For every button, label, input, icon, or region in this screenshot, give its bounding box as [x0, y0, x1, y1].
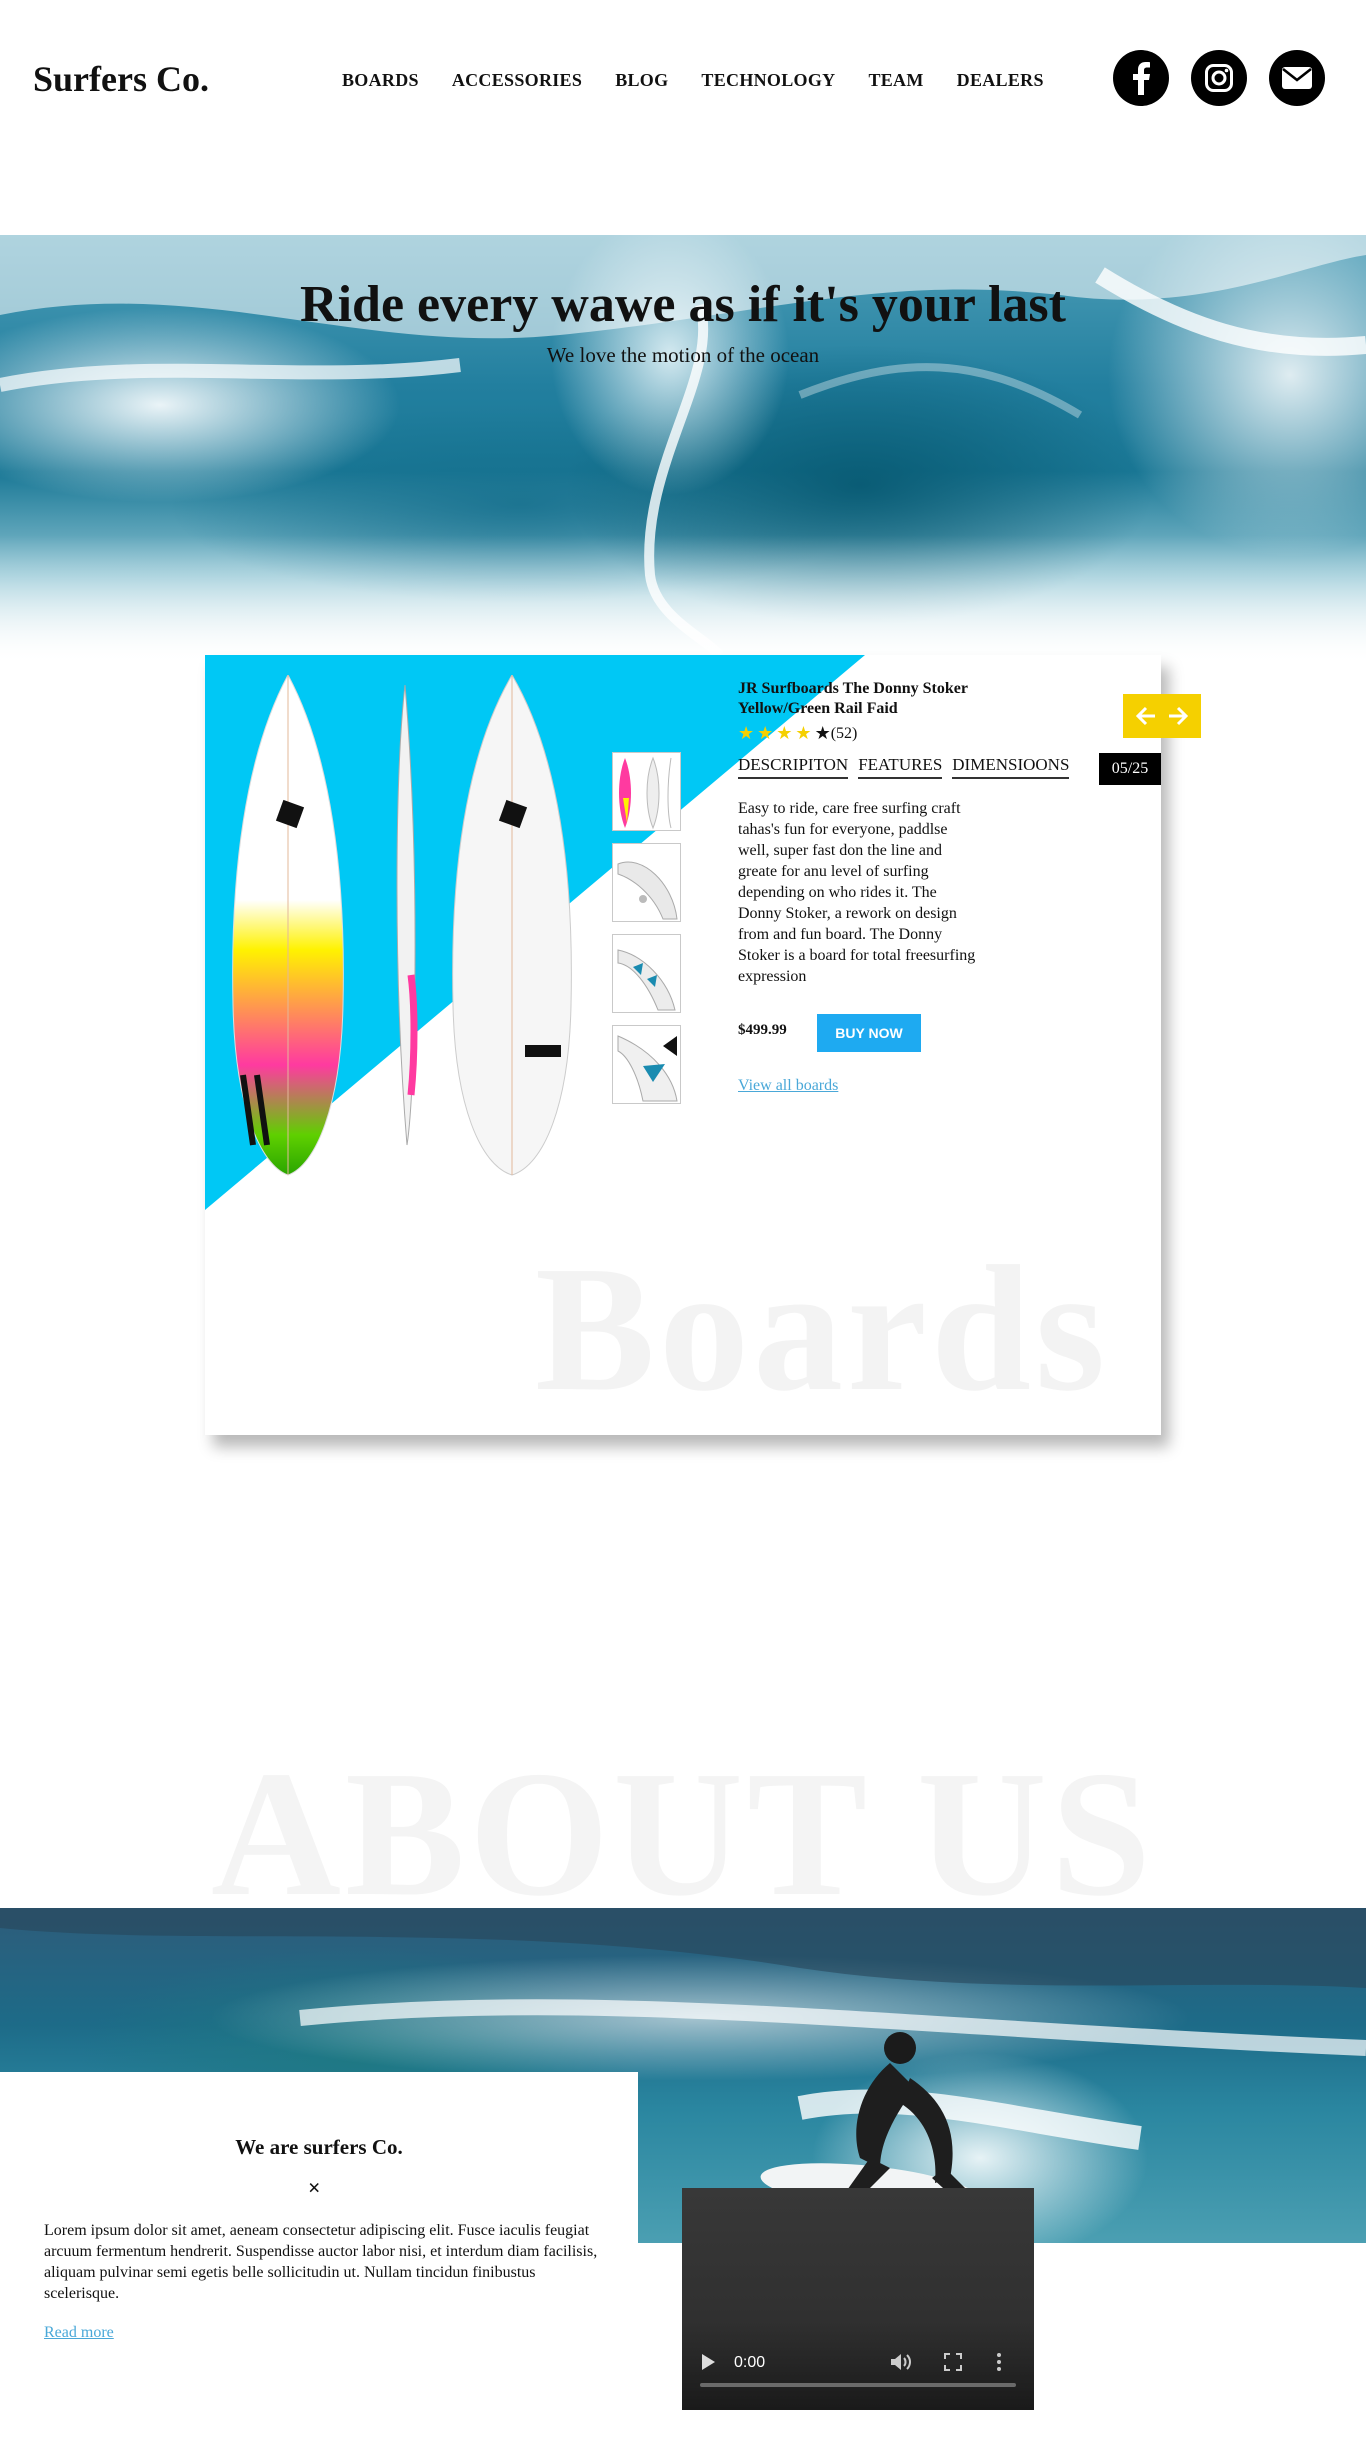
- thumbnail-2[interactable]: [612, 843, 681, 922]
- product-title: JR Surfboards The Donny Stoker Yellow/Gr…: [738, 680, 968, 717]
- hero-subtitle: We love the motion of the ocean: [546, 343, 820, 367]
- site-header: Surfers Co. BOARDS ACCESSORIES BLOG TECH…: [0, 0, 1366, 160]
- hero-title: Ride every wawe as if it's your last: [300, 276, 1066, 333]
- nav-item-team[interactable]: TEAM: [868, 70, 923, 91]
- tab-dimensions[interactable]: DIMENSIOONS: [952, 755, 1070, 779]
- video-progress-bar[interactable]: [700, 2383, 1016, 2387]
- facebook-icon[interactable]: [1113, 50, 1169, 106]
- arrow-left-icon[interactable]: [1135, 706, 1157, 726]
- close-icon[interactable]: ×: [308, 2175, 321, 2201]
- tab-features[interactable]: FEATURES: [858, 755, 943, 779]
- product-description: Easy to ride, care free surfing craft ta…: [738, 800, 976, 985]
- star-icon: ★: [814, 723, 831, 743]
- main-nav: BOARDS ACCESSORIES BLOG TECHNOLOGY TEAM …: [342, 70, 1044, 91]
- thumbnail-4[interactable]: [612, 1025, 681, 1104]
- thumbnail-3[interactable]: [612, 934, 681, 1013]
- background-word-about: ABOUT US: [211, 1734, 1155, 1933]
- about-title: We are surfers Co.: [235, 2135, 403, 2159]
- product-price: $499.99: [738, 1022, 787, 1038]
- star-icon: ★: [738, 723, 755, 743]
- thumbnail-list: [612, 752, 681, 1104]
- thumbnail-1[interactable]: [612, 752, 681, 831]
- star-icon: ★: [776, 723, 793, 743]
- tab-description[interactable]: DESCRIPITON: [738, 755, 849, 779]
- nav-item-accessories[interactable]: ACCESSORIES: [452, 70, 582, 91]
- star-icon: ★: [757, 723, 774, 743]
- view-all-boards-link[interactable]: View all boards: [738, 1077, 838, 1095]
- volume-icon[interactable]: [890, 2353, 912, 2376]
- nav-item-technology[interactable]: TECHNOLOGY: [701, 70, 835, 91]
- more-options-icon[interactable]: [996, 2352, 1002, 2377]
- video-player[interactable]: 0:00: [682, 2188, 1034, 2410]
- slide-counter: 05/25: [1099, 753, 1161, 785]
- play-icon[interactable]: [700, 2353, 716, 2376]
- nav-item-blog[interactable]: BLOG: [615, 70, 668, 91]
- video-time: 0:00: [734, 2354, 766, 2371]
- envelope-icon[interactable]: [1269, 50, 1325, 106]
- nav-item-boards[interactable]: BOARDS: [342, 70, 419, 91]
- arrow-right-icon[interactable]: [1167, 706, 1189, 726]
- star-icon: ★: [795, 723, 812, 743]
- surfboard-image: [232, 675, 572, 1176]
- instagram-icon[interactable]: [1191, 50, 1247, 106]
- fullscreen-icon[interactable]: [944, 2353, 962, 2376]
- background-word-boards: Boards: [535, 1229, 1110, 1428]
- about-text: Lorem ipsum dolor sit amet, aeneam conse…: [44, 2222, 598, 2302]
- slider-arrows: [1123, 694, 1201, 738]
- brand-logo[interactable]: Surfers Co.: [33, 58, 209, 100]
- product-rating: ★ ★ ★ ★ ★ (52): [738, 723, 857, 744]
- social-links: [1113, 50, 1325, 106]
- read-more-link[interactable]: Read more: [44, 2324, 114, 2342]
- nav-item-dealers[interactable]: DEALERS: [957, 70, 1044, 91]
- about-panel: We are surfers Co. × Lorem ipsum dolor s…: [0, 2072, 638, 2460]
- buy-now-button[interactable]: BUY NOW: [817, 1014, 921, 1052]
- review-count: (52): [830, 724, 858, 742]
- hero-banner: Ride every wawe as if it's your last We …: [0, 235, 1366, 665]
- hero-fade: [0, 535, 1366, 665]
- product-card: Boards JR Surfboards The Donny Stoker Ye…: [205, 655, 1161, 1435]
- product-tabs: DESCRIPITON FEATURES DIMENSIOONS: [738, 755, 1070, 779]
